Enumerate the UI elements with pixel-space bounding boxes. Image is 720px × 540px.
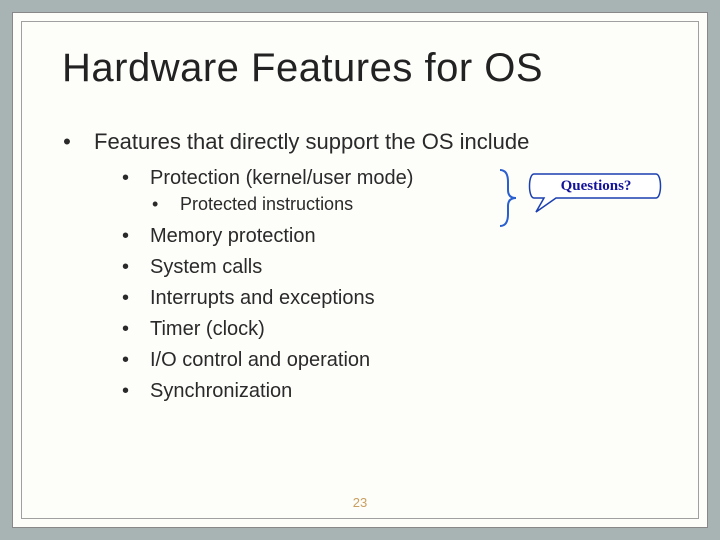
protection-text: Protection (kernel/user mode)	[150, 167, 413, 190]
bullet-dot-icon: •	[122, 167, 132, 190]
item-text: Synchronization	[150, 380, 292, 403]
brace-icon	[496, 168, 520, 228]
bullet-level2-item: • Interrupts and exceptions	[122, 287, 658, 310]
bullet-dot-icon: •	[152, 194, 162, 215]
slide-outer-frame: Hardware Features for OS • Features that…	[12, 12, 708, 528]
item-text: I/O control and operation	[150, 349, 370, 372]
bullet-level2-item: • Memory protection	[122, 225, 658, 248]
bullet-dot-icon: •	[62, 129, 72, 155]
bullet-dot-icon: •	[122, 349, 132, 372]
bullet-dot-icon: •	[122, 380, 132, 403]
bullet-level2-item: • Synchronization	[122, 380, 658, 403]
item-text: System calls	[150, 256, 262, 279]
intro-text: Features that directly support the OS in…	[94, 129, 529, 155]
bullet-level2-item: • I/O control and operation	[122, 349, 658, 372]
bullet-level2-item: • Timer (clock)	[122, 318, 658, 341]
bullet-dot-icon: •	[122, 318, 132, 341]
bullet-dot-icon: •	[122, 287, 132, 310]
item-text: Interrupts and exceptions	[150, 287, 375, 310]
item-text: Memory protection	[150, 225, 316, 248]
questions-callout: Questions?	[526, 168, 664, 216]
slide-title: Hardware Features for OS	[62, 46, 658, 91]
item-text: Timer (clock)	[150, 318, 265, 341]
bullet-level2-item: • System calls	[122, 256, 658, 279]
page-number: 23	[22, 495, 698, 510]
bullet-dot-icon: •	[122, 225, 132, 248]
bullet-dot-icon: •	[122, 256, 132, 279]
bullet-level1: • Features that directly support the OS …	[62, 129, 658, 155]
slide-inner-frame: Hardware Features for OS • Features that…	[21, 21, 699, 519]
questions-label: Questions?	[561, 178, 632, 194]
protected-instr-text: Protected instructions	[180, 194, 353, 215]
